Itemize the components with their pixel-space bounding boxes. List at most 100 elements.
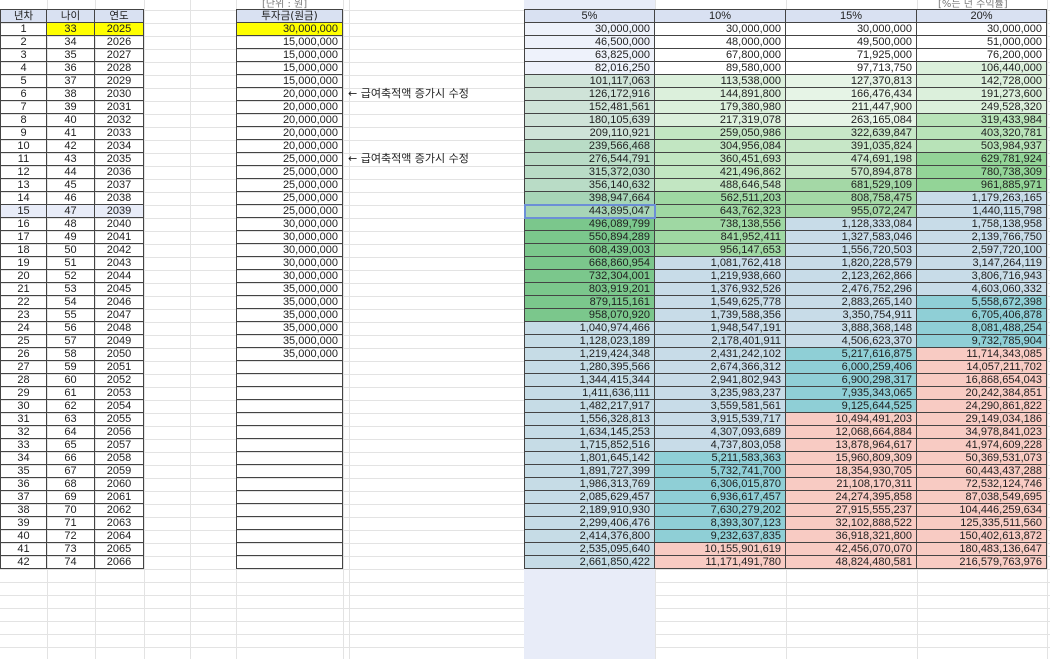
cell-year[interactable]: 2064 — [95, 530, 144, 543]
cell-investment[interactable] — [236, 504, 343, 517]
cell-investment[interactable]: 15,000,000 — [236, 36, 343, 49]
cell-age[interactable]: 57 — [47, 335, 95, 348]
cell-age[interactable]: 42 — [47, 140, 95, 153]
header-rate-3[interactable]: 15% — [786, 10, 917, 23]
cell-age[interactable]: 49 — [47, 231, 95, 244]
cell-investment[interactable] — [236, 465, 343, 478]
cell-rate-3-value[interactable]: 808,758,475 — [786, 192, 917, 205]
cell-rate-2-value[interactable]: 1,376,932,526 — [655, 283, 786, 296]
cell-year[interactable]: 2029 — [95, 75, 144, 88]
cell-year[interactable]: 2041 — [95, 231, 144, 244]
cell-year[interactable]: 2043 — [95, 257, 144, 270]
cell-rate-4-value[interactable]: 629,781,924 — [917, 153, 1047, 166]
cell-rate-4-value[interactable]: 72,532,124,746 — [917, 478, 1047, 491]
cell-rate-3-value[interactable]: 36,918,321,800 — [786, 530, 917, 543]
cell-age[interactable]: 64 — [47, 426, 95, 439]
cell-rate-3-value[interactable]: 27,915,555,237 — [786, 504, 917, 517]
cell-rate-3-value[interactable]: 263,165,084 — [786, 114, 917, 127]
cell-rate-3-value[interactable]: 5,217,616,875 — [786, 348, 917, 361]
cell-rate-4-value[interactable]: 503,984,937 — [917, 140, 1047, 153]
cell-rate-1-value[interactable]: 1,801,645,142 — [524, 452, 655, 465]
cell-rate-2-value[interactable]: 144,891,800 — [655, 88, 786, 101]
cell-investment[interactable] — [236, 543, 343, 556]
cell-rate-1-value[interactable]: 1,482,217,917 — [524, 400, 655, 413]
cell-year-index[interactable]: 21 — [0, 283, 47, 296]
cell-rate-1-value[interactable]: 30,000,000 — [524, 23, 655, 36]
cell-rate-1-value[interactable]: 732,304,001 — [524, 270, 655, 283]
cell-rate-2-value[interactable]: 67,800,000 — [655, 49, 786, 62]
cell-rate-1-value[interactable]: 315,372,030 — [524, 166, 655, 179]
cell-investment[interactable]: 30,000,000 — [236, 231, 343, 244]
cell-age[interactable]: 48 — [47, 218, 95, 231]
cell-rate-2-value[interactable]: 7,630,279,202 — [655, 504, 786, 517]
cell-investment[interactable] — [236, 439, 343, 452]
cell-year[interactable]: 2045 — [95, 283, 144, 296]
cell-rate-1-value[interactable]: 1,344,415,344 — [524, 374, 655, 387]
cell-year[interactable]: 2065 — [95, 543, 144, 556]
cell-rate-3-value[interactable]: 9,125,644,525 — [786, 400, 917, 413]
header-age[interactable]: 나이 — [47, 10, 95, 23]
cell-rate-2-value[interactable]: 259,050,986 — [655, 127, 786, 140]
cell-rate-4-value[interactable]: 6,705,406,878 — [917, 309, 1047, 322]
cell-year-index[interactable]: 6 — [0, 88, 47, 101]
cell-rate-4-value[interactable]: 216,579,763,976 — [917, 556, 1047, 569]
cell-age[interactable]: 70 — [47, 504, 95, 517]
cell-rate-4-value[interactable]: 24,290,861,822 — [917, 400, 1047, 413]
cell-year-index[interactable]: 32 — [0, 426, 47, 439]
cell-year[interactable]: 2053 — [95, 387, 144, 400]
cell-year-index[interactable]: 22 — [0, 296, 47, 309]
cell-investment[interactable] — [236, 530, 343, 543]
cell-age[interactable]: 40 — [47, 114, 95, 127]
cell-rate-1-value[interactable]: 608,439,003 — [524, 244, 655, 257]
cell-rate-4-value[interactable]: 8,081,488,254 — [917, 322, 1047, 335]
cell-rate-1-value[interactable]: 879,115,161 — [524, 296, 655, 309]
cell-rate-1-value[interactable]: 152,481,561 — [524, 101, 655, 114]
cell-rate-4-value[interactable]: 14,057,211,702 — [917, 361, 1047, 374]
cell-age[interactable]: 67 — [47, 465, 95, 478]
cell-year[interactable]: 2049 — [95, 335, 144, 348]
cell-age[interactable]: 61 — [47, 387, 95, 400]
cell-investment[interactable]: 35,000,000 — [236, 322, 343, 335]
cell-year[interactable]: 2054 — [95, 400, 144, 413]
cell-rate-4-value[interactable]: 3,147,264,119 — [917, 257, 1047, 270]
cell-rate-1-value[interactable]: 2,085,629,457 — [524, 491, 655, 504]
cell-year[interactable]: 2047 — [95, 309, 144, 322]
cell-rate-2-value[interactable]: 2,178,401,911 — [655, 335, 786, 348]
cell-year[interactable]: 2039 — [95, 205, 144, 218]
cell-rate-2-value[interactable]: 30,000,000 — [655, 23, 786, 36]
cell-year-index[interactable]: 29 — [0, 387, 47, 400]
cell-rate-2-value[interactable]: 5,732,741,700 — [655, 465, 786, 478]
cell-rate-3-value[interactable]: 1,327,583,046 — [786, 231, 917, 244]
cell-investment[interactable]: 35,000,000 — [236, 335, 343, 348]
cell-rate-1-value[interactable]: 550,894,289 — [524, 231, 655, 244]
cell-rate-2-value[interactable]: 5,211,583,363 — [655, 452, 786, 465]
cell-rate-3-value[interactable]: 32,102,888,522 — [786, 517, 917, 530]
header-rate-4[interactable]: 20% — [917, 10, 1047, 23]
cell-rate-1-value[interactable]: 2,535,095,640 — [524, 543, 655, 556]
cell-rate-3-value[interactable]: 18,354,930,705 — [786, 465, 917, 478]
cell-year[interactable]: 2057 — [95, 439, 144, 452]
cell-investment[interactable]: 20,000,000 — [236, 140, 343, 153]
cell-rate-2-value[interactable]: 562,511,203 — [655, 192, 786, 205]
cell-investment[interactable]: 25,000,000 — [236, 153, 343, 166]
cell-rate-4-value[interactable]: 106,440,000 — [917, 62, 1047, 75]
cell-investment[interactable] — [236, 452, 343, 465]
cell-rate-3-value[interactable]: 71,925,000 — [786, 49, 917, 62]
cell-age[interactable]: 73 — [47, 543, 95, 556]
cell-rate-3-value[interactable]: 7,935,343,065 — [786, 387, 917, 400]
cell-year[interactable]: 2056 — [95, 426, 144, 439]
cell-investment[interactable] — [236, 374, 343, 387]
cell-rate-3-value[interactable]: 49,500,000 — [786, 36, 917, 49]
cell-year-index[interactable]: 4 — [0, 62, 47, 75]
cell-rate-1-value[interactable]: 239,566,468 — [524, 140, 655, 153]
cell-investment[interactable]: 20,000,000 — [236, 88, 343, 101]
cell-rate-4-value[interactable]: 50,369,531,073 — [917, 452, 1047, 465]
cell-investment[interactable]: 20,000,000 — [236, 127, 343, 140]
cell-year[interactable]: 2034 — [95, 140, 144, 153]
cell-rate-3-value[interactable]: 1,128,333,084 — [786, 218, 917, 231]
cell-rate-4-value[interactable]: 780,738,309 — [917, 166, 1047, 179]
cell-year[interactable]: 2035 — [95, 153, 144, 166]
cell-rate-1-value[interactable]: 496,089,799 — [524, 218, 655, 231]
cell-investment[interactable]: 35,000,000 — [236, 348, 343, 361]
cell-investment[interactable]: 30,000,000 — [236, 270, 343, 283]
